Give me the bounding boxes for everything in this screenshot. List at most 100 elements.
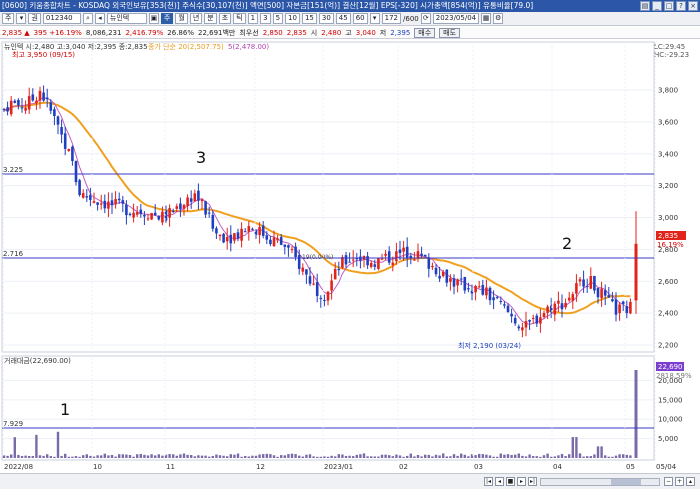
candle-body[interactable] <box>13 100 17 103</box>
volume-bar[interactable] <box>535 456 538 458</box>
candle-body[interactable] <box>222 233 225 243</box>
candle-body[interactable] <box>452 278 456 287</box>
volume-bar[interactable] <box>596 446 600 458</box>
candle-body[interactable] <box>463 277 467 291</box>
candle-body[interactable] <box>117 198 121 201</box>
candle-body[interactable] <box>629 301 632 314</box>
candle-body[interactable] <box>125 204 128 216</box>
period-tick[interactable]: 틱 <box>233 13 246 24</box>
volume-bar[interactable] <box>488 455 492 458</box>
volume-bar[interactable] <box>103 453 106 458</box>
candle-body[interactable] <box>283 244 287 247</box>
volume-bar[interactable] <box>406 455 409 458</box>
candle-body[interactable] <box>351 259 355 261</box>
chevron-down-icon[interactable]: ▾ <box>369 13 380 24</box>
volume-bar[interactable] <box>114 456 117 458</box>
volume-bar[interactable] <box>89 455 92 458</box>
volume-bar[interactable] <box>532 456 535 458</box>
volume-bar[interactable] <box>445 456 448 458</box>
window-settings-button[interactable]: ▤ <box>640 1 650 11</box>
volume-bar[interactable] <box>503 454 506 458</box>
candle-body[interactable] <box>308 276 312 284</box>
volume-bar[interactable] <box>244 455 247 458</box>
volume-bar[interactable] <box>625 454 628 458</box>
volume-bar[interactable] <box>67 456 70 458</box>
volume-bar[interactable] <box>146 455 150 458</box>
candle-body[interactable] <box>240 228 243 241</box>
candle-body[interactable] <box>391 262 395 266</box>
period-month[interactable]: 월 <box>175 13 188 24</box>
volume-bar[interactable] <box>13 437 16 458</box>
candle-body[interactable] <box>305 269 308 275</box>
volume-bar[interactable] <box>182 453 186 458</box>
volume-bar[interactable] <box>305 454 308 458</box>
candle-body[interactable] <box>153 212 157 216</box>
volume-bar[interactable] <box>298 455 301 458</box>
volume-bar[interactable] <box>157 454 160 458</box>
volume-bar[interactable] <box>463 454 466 458</box>
candle-body[interactable] <box>427 257 431 269</box>
candle-body[interactable] <box>535 315 539 324</box>
volume-bar[interactable] <box>622 454 625 458</box>
window-minimize-button[interactable]: _ <box>652 1 662 11</box>
candle-body[interactable] <box>618 304 621 314</box>
volume-bar[interactable] <box>557 455 560 458</box>
candle-body[interactable] <box>395 251 398 262</box>
candle-body[interactable] <box>78 180 81 196</box>
stock-chart[interactable]: 뉴인텍 시:2,480 고:3,040 저:2,395 종:2,835 종가 단… <box>0 39 700 473</box>
candle-body[interactable] <box>24 107 27 111</box>
candle-body[interactable] <box>56 116 60 125</box>
volume-bar[interactable] <box>78 456 81 458</box>
period-week[interactable]: 주 <box>160 13 174 24</box>
volume-bar[interactable] <box>370 456 373 458</box>
candle-body[interactable] <box>495 297 499 299</box>
volume-bar[interactable] <box>362 453 366 458</box>
candle-body[interactable] <box>9 100 13 115</box>
candle-body[interactable] <box>420 253 423 256</box>
volume-bar[interactable] <box>506 454 510 458</box>
candle-body[interactable] <box>279 237 283 245</box>
volume-bar[interactable] <box>388 455 391 458</box>
candle-body[interactable] <box>297 255 301 270</box>
volume-bar-last[interactable] <box>634 370 638 458</box>
candle-body[interactable] <box>20 107 24 109</box>
candle-body[interactable] <box>229 234 233 244</box>
volume-bar[interactable] <box>416 454 420 458</box>
volume-bar[interactable] <box>35 434 38 458</box>
scrollbar-thumb[interactable] <box>611 479 641 485</box>
volume-bar[interactable] <box>136 454 139 458</box>
minute-60[interactable]: 60 <box>352 13 368 24</box>
candle-body[interactable] <box>218 234 222 237</box>
candle-body[interactable] <box>35 100 38 104</box>
volume-bar[interactable] <box>485 454 488 458</box>
candle-body[interactable] <box>182 204 186 209</box>
volume-bar[interactable] <box>287 454 290 458</box>
candle-body[interactable] <box>488 287 492 301</box>
candle-body[interactable] <box>344 255 348 265</box>
candle-body[interactable] <box>27 96 31 110</box>
volume-bar[interactable] <box>312 456 315 458</box>
volume-bar[interactable] <box>542 455 546 458</box>
scroll-last-icon[interactable]: ▸| <box>528 477 537 486</box>
candle-body[interactable] <box>67 148 71 152</box>
minute-10[interactable]: 10 <box>285 13 300 24</box>
candle-body[interactable] <box>121 200 125 204</box>
search-icon[interactable]: ⌕ <box>82 13 93 24</box>
volume-bar[interactable] <box>553 456 556 458</box>
volume-bar[interactable] <box>398 455 402 458</box>
volume-bar[interactable] <box>402 456 405 458</box>
candle-body[interactable] <box>380 258 384 260</box>
candle-body[interactable] <box>326 291 330 301</box>
volume-bar[interactable] <box>568 454 571 458</box>
volume-bar[interactable] <box>222 455 225 458</box>
candle-body[interactable] <box>193 193 197 202</box>
candle-body[interactable] <box>402 247 405 252</box>
candle-body[interactable] <box>301 267 305 272</box>
volume-bar[interactable] <box>100 455 103 458</box>
volume-bar[interactable] <box>154 455 157 458</box>
candle-body[interactable] <box>175 206 179 209</box>
volume-bar[interactable] <box>517 453 520 458</box>
volume-bar[interactable] <box>211 455 214 458</box>
candle-body[interactable] <box>521 327 524 331</box>
volume-bar[interactable] <box>193 456 196 458</box>
